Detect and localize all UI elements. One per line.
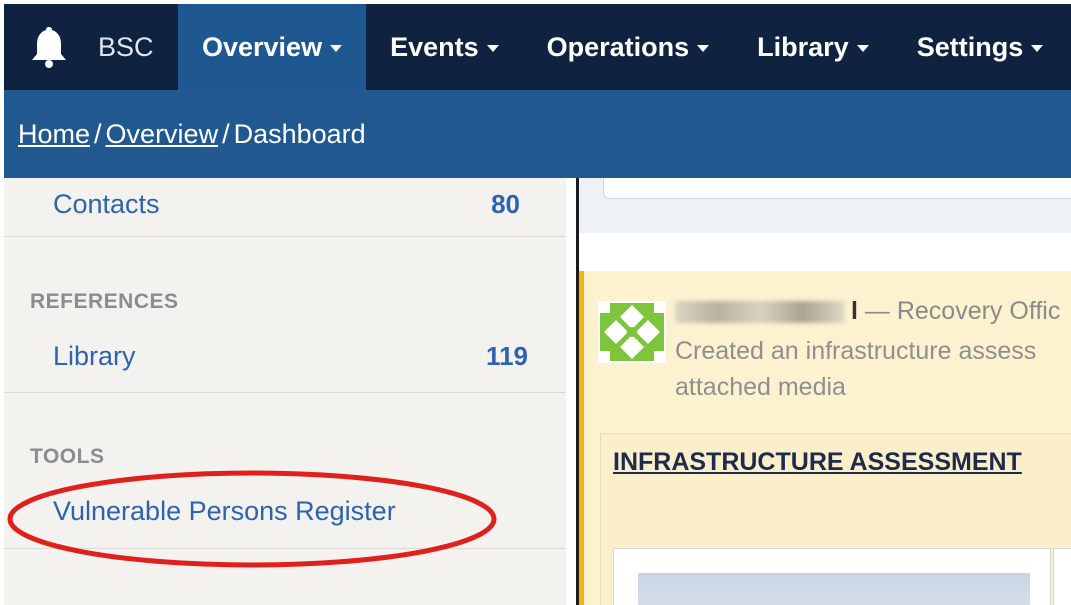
previous-card xyxy=(603,178,1071,199)
assessment-title-link[interactable]: INFRASTRUCTURE ASSESSMENT xyxy=(613,448,1022,477)
nav-events[interactable]: Events xyxy=(366,4,523,90)
identicon-avatar xyxy=(598,301,666,363)
nav-overview-label: Overview xyxy=(202,31,323,62)
chevron-down-icon xyxy=(330,44,343,52)
feed-author: l — Recovery Offic xyxy=(675,297,1060,326)
breadcrumb-current: Dashboard xyxy=(233,118,366,149)
nav-overview[interactable]: Overview xyxy=(178,4,367,90)
nav-operations[interactable]: Operations xyxy=(523,4,734,90)
brand[interactable]: BSC xyxy=(4,4,178,90)
breadcrumb-overview-link[interactable]: Overview xyxy=(106,119,219,149)
nav-settings[interactable]: Settings xyxy=(893,4,1068,90)
brand-name: BSC xyxy=(98,31,154,62)
breadcrumb: Home / Overview / Dashboard xyxy=(18,119,366,150)
media-thumbnail-card[interactable] xyxy=(613,548,1051,605)
sidebar-item-vulnerable-persons-register[interactable]: Vulnerable Persons Register xyxy=(4,491,566,531)
nav-library[interactable]: Library xyxy=(733,4,893,90)
sidebar-divider xyxy=(4,548,566,549)
previous-card-area xyxy=(579,178,1071,233)
sidebar-item-contacts[interactable]: Contacts 80 xyxy=(4,184,566,224)
breadcrumb-separator: / xyxy=(222,118,230,149)
media-thumbnail xyxy=(638,573,1030,605)
nav-events-label: Events xyxy=(390,31,479,62)
feed-description: Created an infrastructure assess attache… xyxy=(675,337,1037,401)
sidebar: Contacts 80 REFERENCES Library 119 TOOLS… xyxy=(4,178,566,605)
section-heading-tools: TOOLS xyxy=(30,445,105,468)
activity-feed: l — Recovery Offic Created an infrastruc… xyxy=(579,178,1071,605)
chevron-down-icon xyxy=(697,44,710,52)
chevron-down-icon xyxy=(486,44,499,52)
section-heading-references: REFERENCES xyxy=(30,290,179,313)
sidebar-item-label: Library xyxy=(53,340,136,371)
assessment-card: INFRASTRUCTURE ASSESSMENT xyxy=(600,433,1071,605)
bell-icon xyxy=(26,24,72,70)
nav-library-label: Library xyxy=(757,31,849,62)
sidebar-item-count: 119 xyxy=(486,340,528,371)
author-name-fragment: l xyxy=(851,297,858,325)
sidebar-item-count: 80 xyxy=(491,188,520,219)
breadcrumb-separator: / xyxy=(94,118,102,149)
chevron-down-icon xyxy=(856,44,869,52)
media-thumbnail-card[interactable] xyxy=(1053,548,1071,605)
top-navbar: BSC Overview Events Operations Library S… xyxy=(4,4,1071,90)
author-role: — Recovery Offic xyxy=(857,297,1061,325)
breadcrumb-home-link[interactable]: Home xyxy=(18,119,90,149)
nav-settings-label: Settings xyxy=(916,31,1024,62)
feed-item: l — Recovery Offic Created an infrastruc… xyxy=(579,271,1071,605)
sidebar-item-label: Vulnerable Persons Register xyxy=(53,495,396,526)
redacted-name xyxy=(675,301,845,324)
sidebar-item-label: Contacts xyxy=(53,188,160,219)
chevron-down-icon xyxy=(1031,44,1044,52)
sidebar-divider xyxy=(4,392,566,393)
sidebar-edge xyxy=(566,178,576,605)
nav-operations-label: Operations xyxy=(546,31,690,62)
breadcrumb-bar: Home / Overview / Dashboard xyxy=(4,90,1071,178)
sidebar-item-library[interactable]: Library 119 xyxy=(4,336,566,376)
sidebar-divider xyxy=(4,236,566,237)
